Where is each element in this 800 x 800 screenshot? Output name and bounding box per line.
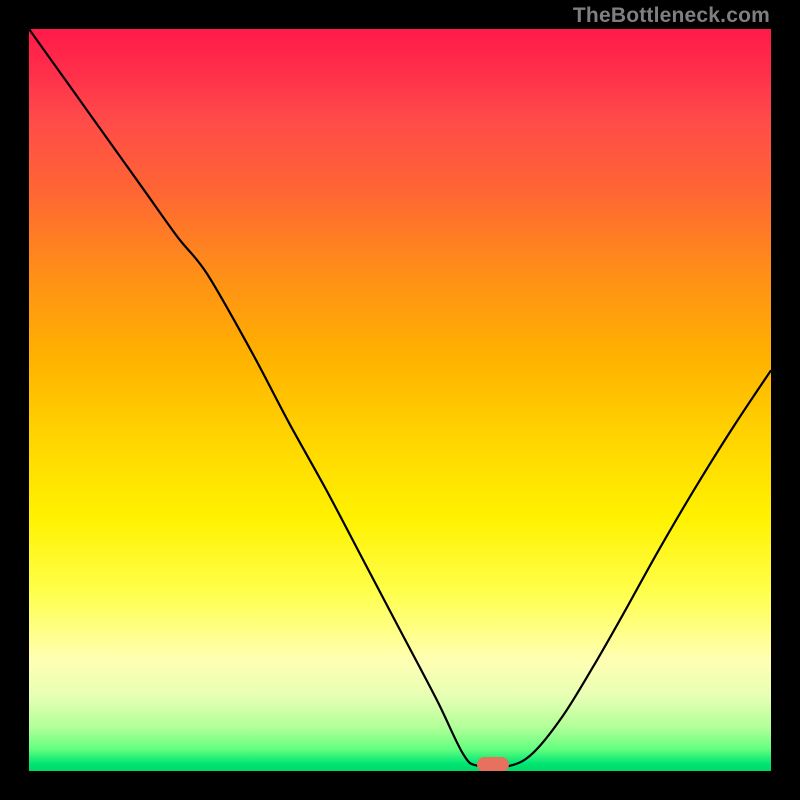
watermark-text: TheBottleneck.com <box>573 4 770 28</box>
chart-stage: TheBottleneck.com <box>0 0 800 800</box>
optimum-marker <box>477 757 509 772</box>
frame-left <box>0 0 29 800</box>
heat-gradient <box>29 29 771 771</box>
frame-bottom <box>0 771 800 800</box>
frame-right <box>771 0 800 800</box>
